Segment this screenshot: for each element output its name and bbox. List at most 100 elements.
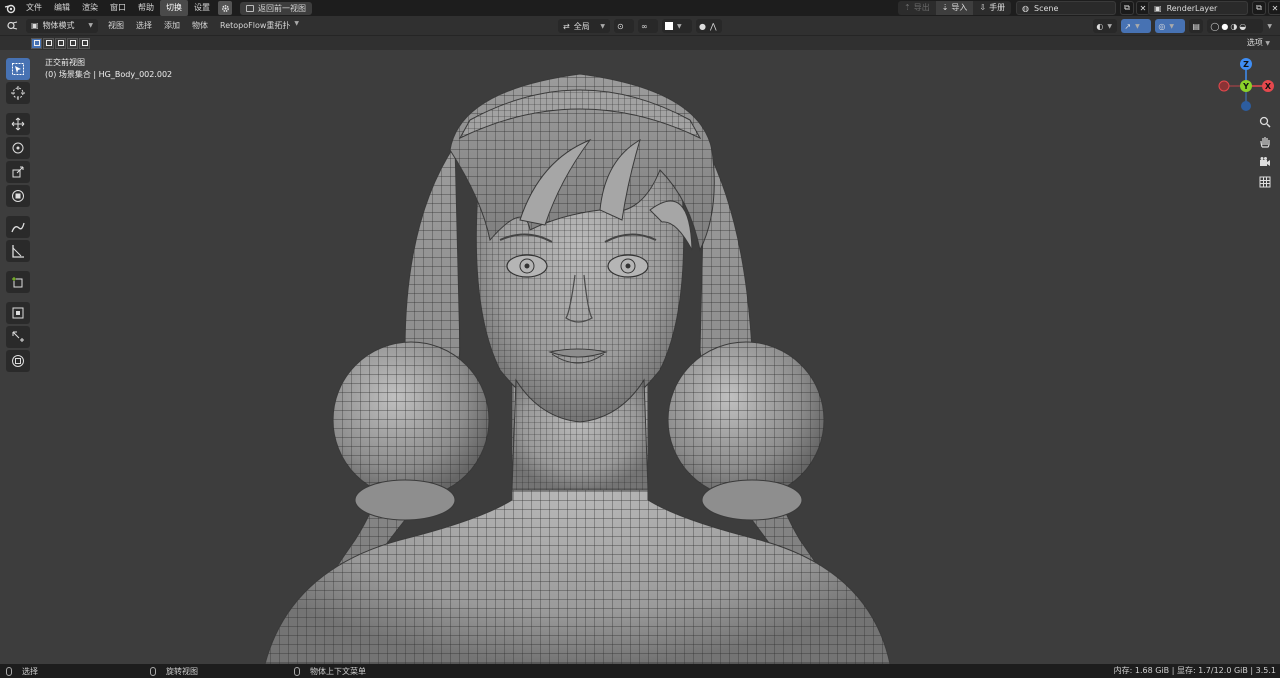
chevron-down-icon[interactable]: ▼ (1267, 23, 1272, 30)
gizmo-toggle[interactable]: ↗ ▼ (1121, 19, 1152, 33)
move-arrows-icon (11, 117, 25, 131)
move-tool[interactable] (6, 113, 30, 135)
mouse-middle-icon (150, 666, 156, 676)
blender-logo-icon[interactable] (0, 0, 20, 16)
select-extend-icon[interactable] (43, 37, 54, 49)
neg-x-axis-handle[interactable] (1218, 80, 1230, 92)
menu-view[interactable]: 视图 (102, 20, 130, 31)
retopo-object-icon (12, 355, 24, 367)
select-intersect-icon[interactable] (79, 37, 90, 49)
menu-object[interactable]: 物体 (186, 20, 214, 31)
back-button-label: 返回前一视图 (258, 3, 306, 13)
3d-viewport[interactable]: 正交前视图 (0) 场景集合 | HG_Body_002.002 (0, 50, 1280, 664)
export-button[interactable]: ⇡ 导出 (898, 1, 936, 15)
solid-shading-icon[interactable]: ● (1221, 22, 1228, 31)
object-mode-icon: ▣ (31, 21, 39, 30)
z-axis-label: Z (1243, 60, 1249, 69)
collection-info: (0) 场景集合 | HG_Body_002.002 (45, 70, 173, 79)
select-invert-icon[interactable] (67, 37, 78, 49)
status-select-hint: 选择 (6, 666, 38, 677)
select-box-tool[interactable] (6, 58, 30, 80)
menu-retopoflow[interactable]: RetopoFlow重拓扑 ▼ (214, 20, 305, 31)
scale-tool[interactable] (6, 161, 30, 183)
proportional-edit[interactable]: ● ⋀ (696, 19, 722, 33)
menu-render[interactable]: 渲染 (76, 0, 104, 16)
menu-help[interactable]: 帮助 (132, 0, 160, 16)
snap-target-dropdown[interactable]: ▼ (662, 19, 692, 33)
chevron-down-icon: ▼ (88, 22, 93, 29)
overlay-toggle[interactable]: ◎ ▼ (1155, 19, 1186, 33)
rotate-tool[interactable] (6, 137, 30, 159)
rotate-icon (12, 142, 24, 154)
gear-icon[interactable] (218, 1, 232, 15)
retopo-select-tool[interactable] (6, 302, 30, 324)
render-layer-selector: ▣ RenderLayer ⧉ ✕ (1148, 1, 1280, 15)
render-layer-name: RenderLayer (1166, 3, 1218, 13)
wireframe-shading-icon[interactable]: ◯ (1210, 22, 1219, 31)
editor-type-icon[interactable] (0, 21, 26, 30)
add-cube-tool[interactable] (6, 271, 30, 293)
transform-icon (12, 190, 24, 202)
close-layer-icon[interactable]: ✕ (1268, 1, 1280, 15)
retopo-draw-tool[interactable] (6, 326, 30, 348)
select-subtract-icon[interactable] (55, 37, 66, 49)
xray-toggle[interactable]: ▤ (1189, 19, 1204, 33)
scene-selector: ◍ Scene ⧉ ✕ (1016, 1, 1150, 15)
camera-icon[interactable] (1256, 154, 1274, 170)
eye-icon: ◐ (1096, 21, 1104, 31)
viewport-info: 正交前视图 (0) 场景集合 | HG_Body_002.002 (45, 57, 172, 81)
back-to-previous-button[interactable]: 返回前一视图 (240, 1, 312, 15)
mode-label: 物体模式 (42, 21, 75, 30)
orientation-dropdown[interactable]: ⇄ 全局 ▼ (558, 19, 610, 33)
menu-switch[interactable]: 切换 (160, 0, 188, 16)
snap-toggle[interactable]: ∞ (638, 19, 658, 33)
annotate-tool[interactable] (6, 216, 30, 238)
mouse-right-icon (294, 666, 300, 676)
ortho-grid-icon[interactable] (1256, 174, 1274, 190)
material-shading-icon[interactable]: ◑ (1230, 22, 1237, 31)
top-menu-bar: 文件 编辑 渲染 窗口 帮助 切换 设置 返回前一视图 ⇡ 导出 ⇣ 导入 ⇩ 手册 … (0, 0, 1280, 16)
transform-controls: ⇄ 全局 ▼ ⊙ ∞ ▼ ● ⋀ (558, 19, 722, 33)
xray-icon: ▤ (1192, 21, 1200, 31)
retopo-frame-icon (12, 307, 24, 319)
scene-name: Scene (1033, 3, 1059, 13)
scene-dropdown[interactable]: ◍ Scene (1016, 1, 1116, 15)
pan-hand-icon[interactable] (1256, 134, 1274, 150)
status-stats: 内存: 1.68 GiB | 显存: 1.7/12.0 GiB | 3.5.1 (1113, 666, 1276, 675)
measure-tool[interactable] (6, 240, 30, 262)
orientation-icon: ⇄ (563, 21, 570, 31)
select-new-icon[interactable] (31, 37, 42, 49)
transform-tool[interactable] (6, 185, 30, 207)
retopo-arrow-icon (12, 331, 24, 342)
navigation-gizmo[interactable]: Z X Y (1216, 56, 1276, 116)
neg-z-axis-handle[interactable] (1241, 101, 1251, 111)
menu-edit[interactable]: 编辑 (48, 0, 76, 16)
overlay-icon: ◎ (1158, 21, 1166, 31)
copy-scene-icon[interactable]: ⧉ (1120, 1, 1134, 15)
retopo-object-tool[interactable] (6, 350, 30, 372)
copy-layer-icon[interactable]: ⧉ (1252, 1, 1266, 15)
menu-select[interactable]: 选择 (130, 20, 158, 31)
mode-dropdown[interactable]: ▣ 物体模式 ▼ (26, 18, 98, 33)
mouse-left-icon (6, 666, 12, 676)
rendered-shading-icon[interactable]: ◒ (1239, 22, 1246, 31)
viewport-header: ▣ 物体模式 ▼ 视图 选择 添加 物体 RetopoFlow重拓扑 ▼ ⇄ 全局… (0, 16, 1280, 36)
shading-mode-group[interactable]: ◯ ● ◑ ◒ (1207, 19, 1264, 33)
menu-file[interactable]: 文件 (20, 0, 48, 16)
status-rotate-hint: 旋转视图 (150, 666, 198, 677)
cursor-tool[interactable] (6, 82, 30, 104)
chevron-down-icon: ▼ (677, 22, 682, 30)
menu-window[interactable]: 窗口 (104, 0, 132, 16)
menu-settings[interactable]: 设置 (188, 0, 216, 16)
menu-add[interactable]: 添加 (158, 20, 186, 31)
y-axis-label: Y (1242, 82, 1249, 91)
manual-button[interactable]: ⇩ 手册 (973, 1, 1011, 15)
zoom-icon[interactable] (1256, 114, 1274, 130)
layer-icon: ▣ (1154, 3, 1162, 13)
render-layer-dropdown[interactable]: ▣ RenderLayer (1148, 1, 1248, 15)
visibility-dropdown[interactable]: ◐ ▼ (1093, 19, 1118, 33)
hair-bun-left (332, 341, 490, 521)
pivot-dropdown[interactable]: ⊙ (614, 19, 634, 33)
import-button[interactable]: ⇣ 导入 (935, 1, 974, 15)
options-dropdown[interactable]: 选项 ▼ (1247, 37, 1270, 48)
